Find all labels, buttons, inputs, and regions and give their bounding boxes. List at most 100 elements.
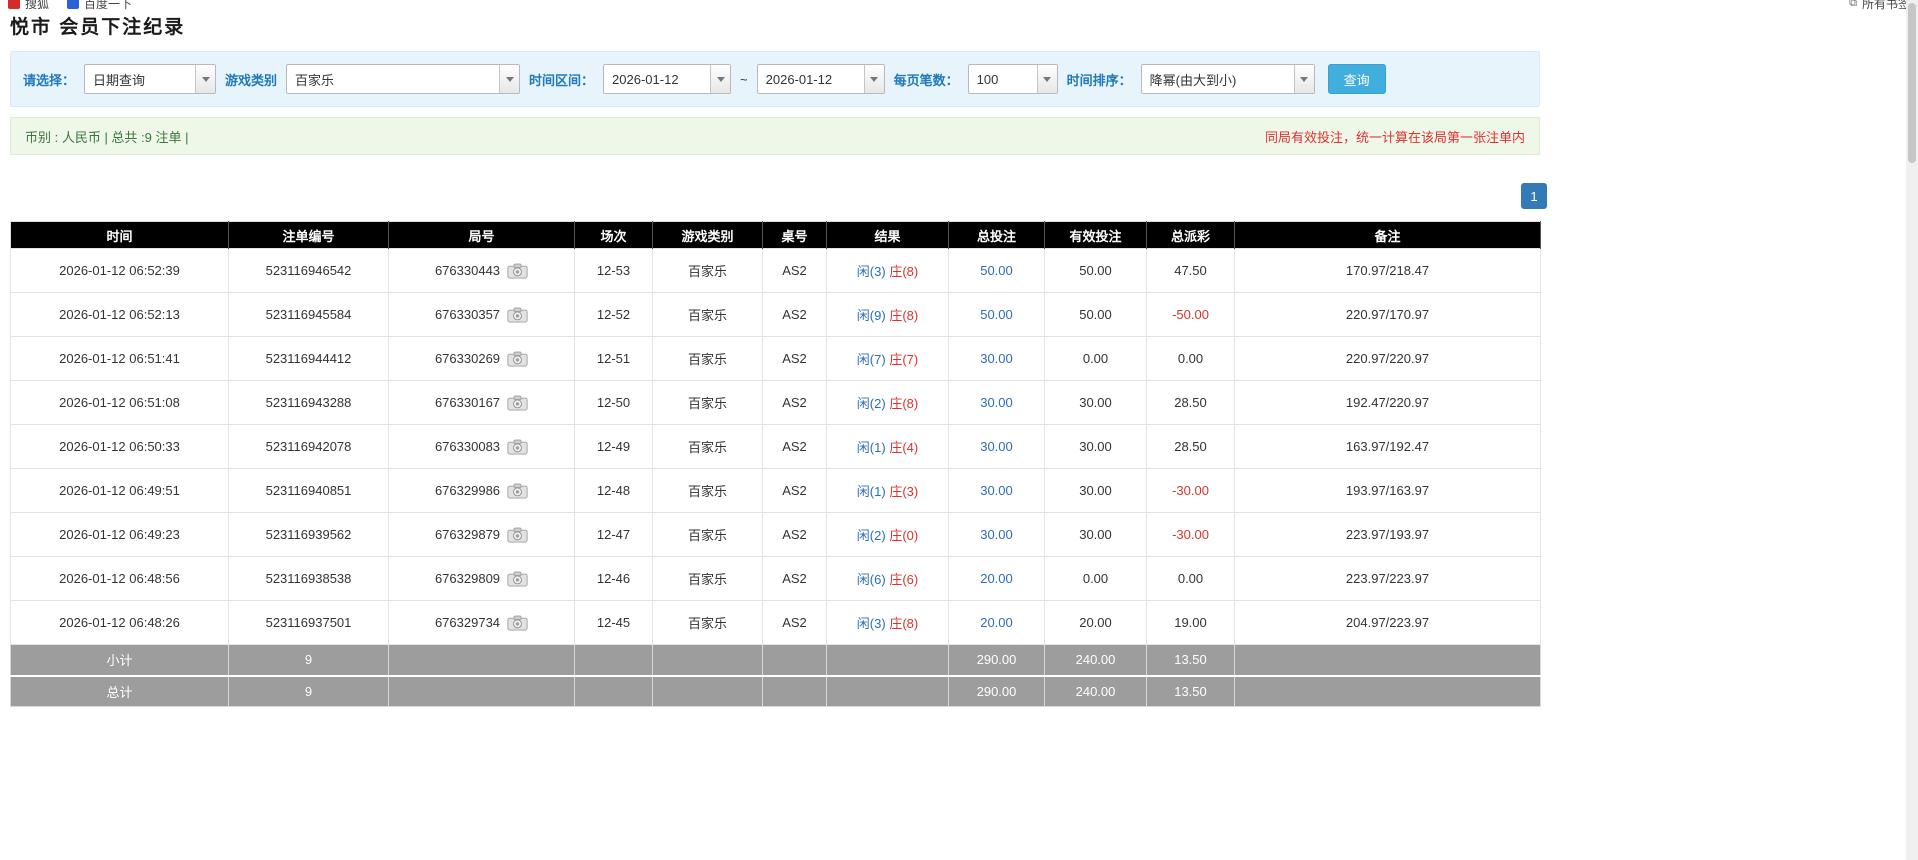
video-icon[interactable] bbox=[507, 307, 528, 323]
sort-order-combo[interactable]: 降幂(由大到小) bbox=[1140, 64, 1315, 94]
date-to-combo[interactable]: 2026-01-12 bbox=[756, 64, 885, 94]
cell-time: 2026-01-12 06:50:33 bbox=[10, 424, 229, 469]
cell-result: 闲(6) 庄(6) bbox=[826, 556, 949, 601]
video-icon[interactable] bbox=[507, 615, 528, 631]
footer-label: 小计 bbox=[10, 644, 229, 677]
cell-payout: -30.00 bbox=[1146, 468, 1235, 513]
footer-count: 9 bbox=[228, 675, 389, 707]
chevron-down-icon[interactable] bbox=[195, 65, 216, 93]
cell-payout: 0.00 bbox=[1146, 336, 1235, 381]
select-label: 请选择： bbox=[23, 72, 76, 88]
column-header: 结果 bbox=[826, 221, 949, 249]
all-bookmarks-button[interactable]: ⧉ 所有书签 bbox=[1849, 0, 1910, 10]
cell-time: 2026-01-12 06:52:39 bbox=[10, 248, 229, 293]
cell-bet-id: 523116939562 bbox=[228, 512, 389, 557]
cell-table-no: AS2 bbox=[762, 248, 827, 293]
cell-table-no: AS2 bbox=[762, 380, 827, 425]
cell-result: 闲(3) 庄(8) bbox=[826, 600, 949, 645]
cell-total-bet[interactable]: 20.00 bbox=[948, 600, 1045, 645]
cell-round-id: 676330083 bbox=[388, 424, 575, 469]
video-icon[interactable] bbox=[507, 439, 528, 455]
cell-bet-id: 523116938538 bbox=[228, 556, 389, 601]
cell-valid-bet: 30.00 bbox=[1044, 424, 1147, 469]
game-type-combo[interactable]: 百家乐 bbox=[286, 64, 521, 94]
time-range-label: 时间区间： bbox=[529, 72, 595, 88]
chevron-down-icon[interactable] bbox=[710, 65, 731, 93]
chevron-down-icon[interactable] bbox=[863, 65, 884, 93]
cell-total-bet[interactable]: 30.00 bbox=[948, 424, 1045, 469]
cell-note: 220.97/170.97 bbox=[1234, 292, 1541, 337]
cell-payout: 28.50 bbox=[1146, 424, 1235, 469]
page-size-combo[interactable]: 100 bbox=[967, 64, 1058, 94]
cell-note: 223.97/193.97 bbox=[1234, 512, 1541, 557]
bookmark-label: 百度一下 bbox=[84, 0, 133, 10]
cell-game-type: 百家乐 bbox=[652, 468, 763, 513]
cell-total-bet[interactable]: 50.00 bbox=[948, 248, 1045, 293]
date-to-value: 2026-01-12 bbox=[765, 71, 833, 87]
video-icon[interactable] bbox=[507, 395, 528, 411]
page-1-button[interactable]: 1 bbox=[1521, 183, 1547, 209]
date-from-value: 2026-01-12 bbox=[612, 71, 679, 87]
cell-result: 闲(2) 庄(8) bbox=[826, 380, 949, 425]
scrollbar-thumb[interactable] bbox=[1908, 3, 1916, 163]
cell-result: 闲(2) 庄(0) bbox=[826, 512, 949, 557]
bookmark-item-sohu[interactable]: 搜狐 bbox=[8, 0, 49, 10]
cell-note: 204.97/223.97 bbox=[1234, 600, 1541, 645]
cell-note: 163.97/192.47 bbox=[1234, 424, 1541, 469]
cell-valid-bet: 30.00 bbox=[1044, 468, 1147, 513]
filter-bar: 请选择： 日期查询 游戏类别 百家乐 时间区间： 2026-01-12 ~ 20… bbox=[10, 51, 1540, 107]
video-icon[interactable] bbox=[507, 483, 528, 499]
chevron-down-icon[interactable] bbox=[1293, 65, 1314, 93]
chevron-down-icon[interactable] bbox=[1036, 65, 1057, 93]
cell-game-type: 百家乐 bbox=[652, 556, 763, 601]
footer-valid-bet: 240.00 bbox=[1044, 644, 1147, 677]
bookmark-item-baidu[interactable]: 百度一下 bbox=[67, 0, 132, 10]
cell-round-id: 676329879 bbox=[388, 512, 575, 557]
date-from-combo[interactable]: 2026-01-12 bbox=[603, 64, 732, 94]
cell-note: 170.97/218.47 bbox=[1234, 248, 1541, 293]
cell-round-id: 676329986 bbox=[388, 468, 575, 513]
column-header: 总投注 bbox=[948, 221, 1045, 249]
video-icon[interactable] bbox=[507, 263, 528, 279]
game-type-value: 百家乐 bbox=[295, 72, 335, 88]
cell-bet-id: 523116940851 bbox=[228, 468, 389, 513]
cell-total-bet[interactable]: 30.00 bbox=[948, 380, 1045, 425]
cell-valid-bet: 0.00 bbox=[1044, 336, 1147, 381]
cell-valid-bet: 20.00 bbox=[1044, 600, 1147, 645]
query-type-value: 日期查询 bbox=[93, 72, 146, 88]
column-header: 桌号 bbox=[762, 221, 827, 249]
video-icon[interactable] bbox=[507, 527, 528, 543]
summary-currency-count: 币别 : 人民币 | 总共 :9 注单 | bbox=[25, 129, 189, 145]
table-row: 2026-01-12 06:48:26 523116937501 676329734… bbox=[10, 600, 1541, 645]
summary-bar: 币别 : 人民币 | 总共 :9 注单 | 同局有效投注，统一计算在该局第一张注… bbox=[10, 117, 1540, 155]
footer-total-bet: 290.00 bbox=[948, 644, 1045, 677]
cell-payout: 0.00 bbox=[1146, 556, 1235, 601]
video-icon[interactable] bbox=[507, 351, 528, 367]
bookmarks-panel-icon: ⧉ bbox=[1849, 0, 1857, 9]
cell-total-bet[interactable]: 50.00 bbox=[948, 292, 1045, 337]
cell-total-bet[interactable]: 30.00 bbox=[948, 336, 1045, 381]
cell-valid-bet: 30.00 bbox=[1044, 380, 1147, 425]
cell-note: 192.47/220.97 bbox=[1234, 380, 1541, 425]
query-button[interactable]: 查询 bbox=[1327, 64, 1386, 94]
chevron-down-icon[interactable] bbox=[499, 65, 520, 93]
cell-note: 193.97/163.97 bbox=[1234, 468, 1541, 513]
cell-game-type: 百家乐 bbox=[652, 292, 763, 337]
page-size-label: 每页笔数： bbox=[893, 72, 959, 88]
cell-total-bet[interactable]: 30.00 bbox=[948, 512, 1045, 557]
cell-total-bet[interactable]: 30.00 bbox=[948, 468, 1045, 513]
video-icon[interactable] bbox=[507, 571, 528, 587]
cell-bet-id: 523116943288 bbox=[228, 380, 389, 425]
cell-bet-id: 523116942078 bbox=[228, 424, 389, 469]
browser-scrollbar[interactable] bbox=[1906, 0, 1918, 860]
footer-payout: 13.50 bbox=[1146, 644, 1235, 677]
cell-round-id: 676329734 bbox=[388, 600, 575, 645]
browser-bookmarks-bar: 搜狐 百度一下 ⧉ 所有书签 bbox=[0, 0, 1918, 10]
cell-total-bet[interactable]: 20.00 bbox=[948, 556, 1045, 601]
cell-session: 12-53 bbox=[574, 248, 653, 293]
cell-payout: -50.00 bbox=[1146, 292, 1235, 337]
cell-table-no: AS2 bbox=[762, 512, 827, 557]
cell-round-id: 676329809 bbox=[388, 556, 575, 601]
query-type-combo[interactable]: 日期查询 bbox=[84, 64, 217, 94]
date-range-separator: ~ bbox=[740, 71, 748, 87]
